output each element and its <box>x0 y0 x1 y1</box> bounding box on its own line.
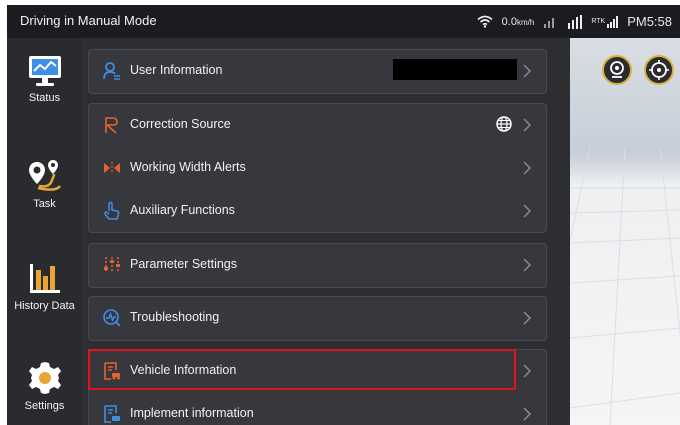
highlight-box <box>88 349 516 390</box>
menu-label: Implement information <box>130 406 254 420</box>
mode-title: Driving in Manual Mode <box>20 13 157 28</box>
menu-item-implement-information[interactable]: Implement information <box>89 393 546 425</box>
chevron-right-icon <box>523 258 532 272</box>
signal-bars-icon <box>544 17 555 28</box>
sidebar-item-status[interactable]: Status <box>7 54 82 104</box>
card-parameters: Parameter Settings <box>88 243 547 288</box>
monitor-chart-icon <box>28 56 61 86</box>
sidebar-item-history-data[interactable]: History Data <box>7 260 82 312</box>
camera-icon <box>610 61 624 78</box>
sidebar-item-settings[interactable]: Settings <box>7 360 82 412</box>
width-alert-icon <box>104 162 120 174</box>
gear-icon <box>28 362 61 394</box>
sidebar-item-label: History Data <box>14 300 75 312</box>
menu-label: Troubleshooting <box>130 310 220 324</box>
menu-label: User Information <box>130 63 223 77</box>
rtk-signal-icon <box>607 15 619 28</box>
rtk-label: RTK <box>591 18 606 25</box>
speed-readout: 0.0km/h <box>502 16 535 28</box>
chevron-right-icon <box>523 64 532 78</box>
implement-document-icon <box>104 405 120 423</box>
crosshair-icon <box>649 60 669 80</box>
map-view[interactable] <box>570 38 680 425</box>
card-functions: Correction Source Working Width Alerts A… <box>88 103 547 233</box>
chevron-right-icon <box>523 364 532 378</box>
speed-value: 0.0 <box>501 15 517 28</box>
status-bar: Driving in Manual Mode 0.0km/h RTK PM5:5… <box>7 5 680 38</box>
menu-label: Auxiliary Functions <box>130 203 235 217</box>
user-icon <box>103 62 120 80</box>
menu-label: Correction Source <box>130 117 231 131</box>
camera-button[interactable] <box>602 55 632 85</box>
menu-label: Parameter Settings <box>130 257 237 271</box>
card-troubleshooting: Troubleshooting <box>88 296 547 341</box>
speed-unit: km/h <box>516 17 535 27</box>
chevron-right-icon <box>523 311 532 325</box>
menu-item-troubleshooting[interactable]: Troubleshooting <box>89 297 546 340</box>
sidebar-item-task[interactable]: Task <box>7 158 82 210</box>
sidebar: Status Task History Data Settings <box>7 38 82 425</box>
chevron-right-icon <box>523 161 532 175</box>
app-window: Driving in Manual Mode 0.0km/h RTK PM5:5… <box>7 5 680 425</box>
chevron-right-icon <box>523 118 532 132</box>
globe-icon <box>496 116 512 132</box>
ground-grid <box>570 147 680 425</box>
user-name-redacted <box>393 59 517 80</box>
menu-item-working-width-alerts[interactable]: Working Width Alerts <box>89 147 546 190</box>
locate-button[interactable] <box>644 55 674 85</box>
clock: PM5:58 <box>627 14 672 29</box>
hand-pointer-icon <box>104 201 120 220</box>
rtk-indicator: RTK <box>591 15 619 28</box>
satellite-signal-icon <box>568 14 583 29</box>
menu-label: Working Width Alerts <box>130 160 246 174</box>
sliders-icon <box>104 257 120 273</box>
route-pin-icon <box>28 160 61 191</box>
menu-item-user-information[interactable]: User Information <box>89 50 546 93</box>
sidebar-item-label: Settings <box>24 400 65 412</box>
status-indicators: 0.0km/h RTK PM5:58 <box>477 5 672 38</box>
chevron-right-icon <box>523 204 532 218</box>
settings-menu: User Information Correction Source Worki… <box>82 38 570 425</box>
correction-source-icon <box>104 117 118 134</box>
bar-chart-icon <box>29 264 60 293</box>
sidebar-item-label: Task <box>33 198 56 210</box>
sidebar-item-label: Status <box>28 92 61 104</box>
card-user: User Information <box>88 49 547 94</box>
chevron-right-icon <box>523 407 532 421</box>
wifi-icon <box>477 15 493 28</box>
troubleshooting-icon <box>103 309 121 327</box>
menu-item-correction-source[interactable]: Correction Source <box>89 104 546 147</box>
menu-item-auxiliary-functions[interactable]: Auxiliary Functions <box>89 190 546 233</box>
menu-item-parameter-settings[interactable]: Parameter Settings <box>89 244 546 287</box>
